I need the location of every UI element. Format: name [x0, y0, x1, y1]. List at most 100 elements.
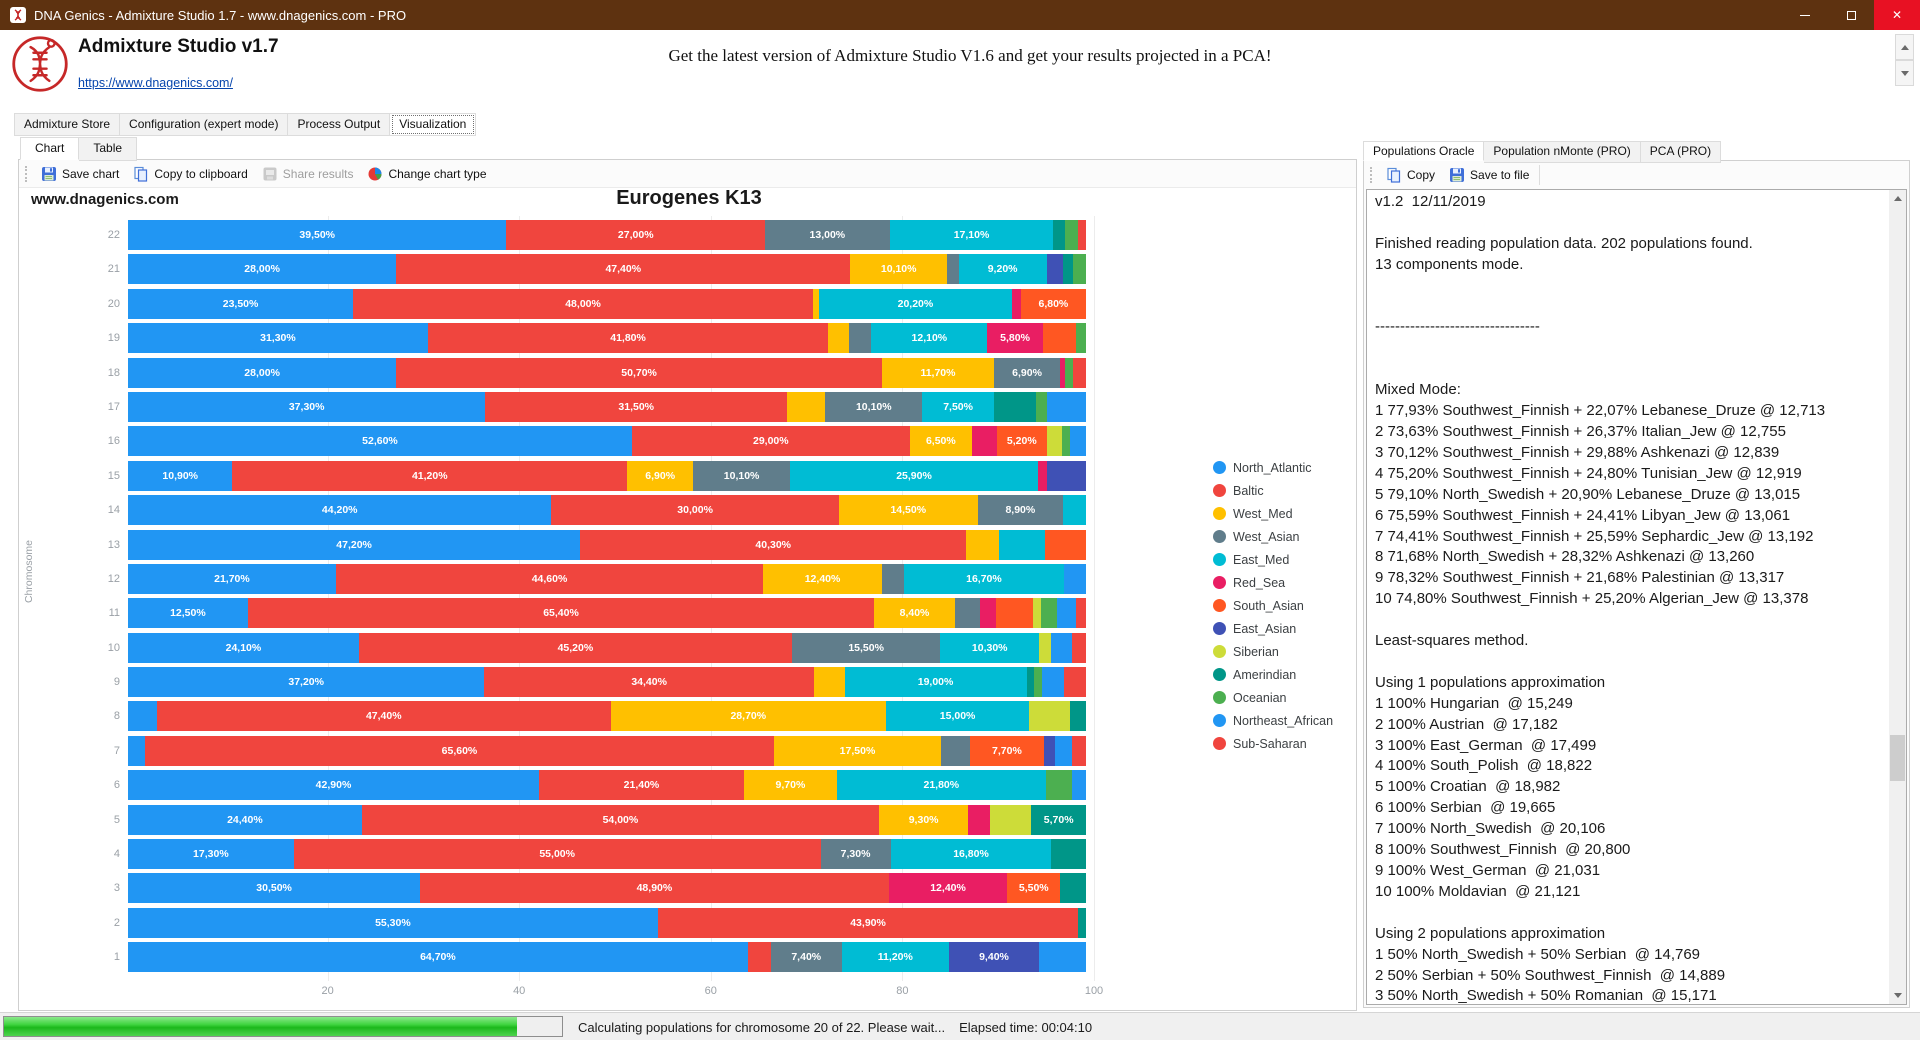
- chart-row-chr21: 2128,00%47,40%10,10%9,20%: [73, 254, 1094, 288]
- bar-segment-label: 65,40%: [543, 607, 579, 619]
- tab-admixture-store[interactable]: Admixture Store: [14, 113, 120, 136]
- bar-segment-label: 20,20%: [898, 298, 934, 310]
- bar-segment-East_Asian: [1047, 461, 1086, 491]
- bar-segment-North_Atlantic: 55,30%: [128, 908, 658, 938]
- chromosome-label: 13: [73, 530, 128, 560]
- tab-configuration[interactable]: Configuration (expert mode): [120, 113, 288, 136]
- bar-segment-label: 39,50%: [299, 229, 335, 241]
- tab-visualization[interactable]: Visualization: [390, 113, 476, 136]
- bar-segment-Baltic: 48,90%: [420, 873, 888, 903]
- minimize-button[interactable]: [1782, 0, 1828, 30]
- bar-segment-West_Med: 6,90%: [627, 461, 693, 491]
- bar-segment-Sub-Saharan: [1072, 633, 1086, 663]
- legend-item-East_Asian: East_Asian: [1213, 617, 1333, 640]
- bar-segment-Amerindian: 5,70%: [1031, 805, 1086, 835]
- bar-segment-East_Med: 7,50%: [922, 392, 994, 422]
- bar-segment-East_Med: [1063, 495, 1086, 525]
- bar-segment-label: 7,30%: [841, 848, 871, 860]
- bar-segment-label: 43,90%: [850, 917, 886, 929]
- oracle-panel: Copy Save to file v1.2 12/11/2019 Finish…: [1363, 160, 1910, 1008]
- legend-item-Baltic: Baltic: [1213, 479, 1333, 502]
- bar-segment-Baltic: 30,00%: [551, 495, 838, 525]
- copy-icon: [133, 166, 149, 182]
- legend-item-Northeast_African: Northeast_African: [1213, 709, 1333, 732]
- scroll-down-icon[interactable]: [1889, 987, 1906, 1004]
- scroll-up-icon[interactable]: [1895, 34, 1914, 60]
- site-link[interactable]: https://www.dnagenics.com/: [78, 76, 233, 90]
- bar-segment-label: 9,40%: [979, 951, 1009, 963]
- copy-to-clipboard-button[interactable]: Copy to clipboard: [126, 163, 254, 185]
- chromosome-label: 6: [73, 770, 128, 800]
- save-icon: [1449, 167, 1465, 183]
- stacked-bar: 42,90%21,40%9,70%21,80%: [128, 770, 1086, 800]
- legend-item-West_Asian: West_Asian: [1213, 525, 1333, 548]
- bar-segment-West_Asian: 15,50%: [792, 633, 940, 663]
- close-button[interactable]: ✕: [1874, 0, 1920, 30]
- header-scrollbar: [1895, 34, 1914, 86]
- toolbar-grip: [1370, 167, 1373, 183]
- change-chart-type-button[interactable]: Change chart type: [360, 163, 493, 185]
- bar-segment-label: 40,30%: [755, 539, 791, 551]
- bar-segment-Baltic: 41,20%: [232, 461, 627, 491]
- tab-process-output[interactable]: Process Output: [288, 113, 390, 136]
- chromosome-label: 1: [73, 942, 128, 972]
- app-window: DNA Genics - Admixture Studio 1.7 - www.…: [0, 0, 1920, 1040]
- tab-chart[interactable]: Chart: [20, 137, 79, 160]
- tab-table[interactable]: Table: [79, 137, 137, 161]
- chromosome-label: 22: [73, 220, 128, 250]
- x-tick-label-80: 80: [896, 985, 908, 997]
- bar-segment-label: 12,40%: [930, 882, 966, 894]
- copy-to-clipboard-label: Copy to clipboard: [154, 167, 247, 181]
- bar-segment-label: 17,30%: [193, 848, 229, 860]
- save-chart-button[interactable]: Save chart: [34, 163, 126, 185]
- bar-segment-Baltic: 47,40%: [157, 701, 611, 731]
- scrollbar-thumb[interactable]: [1890, 735, 1905, 781]
- bar-segment-label: 6,90%: [645, 470, 675, 482]
- bar-segment-West_Asian: [882, 564, 904, 594]
- bar-segment-label: 8,90%: [1005, 504, 1035, 516]
- bar-segment-South_Asian: 6,80%: [1021, 289, 1086, 319]
- legend-dot: [1213, 737, 1226, 750]
- dna-icon: [12, 9, 24, 21]
- scroll-up-icon[interactable]: [1889, 190, 1906, 207]
- bar-segment-North_Atlantic: 10,90%: [128, 461, 232, 491]
- maximize-button[interactable]: [1828, 0, 1874, 30]
- tab-pca[interactable]: PCA (PRO): [1641, 141, 1721, 163]
- oracle-scrollbar[interactable]: [1889, 190, 1906, 1004]
- stacked-bar: 28,00%50,70%11,70%6,90%: [128, 358, 1086, 388]
- bar-segment-East_Asian: 9,40%: [949, 942, 1039, 972]
- chart-row-chr6: 642,90%21,40%9,70%21,80%: [73, 770, 1094, 804]
- legend-label: Northeast_African: [1233, 714, 1333, 728]
- bar-segment-Baltic: [748, 942, 771, 972]
- bar-segment-label: 5,70%: [1044, 814, 1074, 826]
- bar-segment-label: 13,00%: [810, 229, 846, 241]
- tab-population-nmonte[interactable]: Population nMonte (PRO): [1484, 141, 1640, 163]
- scroll-down-icon[interactable]: [1895, 60, 1914, 86]
- bar-segment-label: 48,90%: [637, 882, 673, 894]
- bar-segment-Red_Sea: 12,40%: [889, 873, 1008, 903]
- bar-segment-West_Asian: [955, 598, 980, 628]
- oracle-save-button[interactable]: Save to file: [1442, 164, 1536, 186]
- stacked-bar: 30,50%48,90%12,40%5,50%: [128, 873, 1086, 903]
- bar-segment-West_Med: [966, 530, 999, 560]
- x-tick-label-20: 20: [321, 985, 333, 997]
- legend-item-North_Atlantic: North_Atlantic: [1213, 456, 1333, 479]
- oracle-copy-button[interactable]: Copy: [1379, 164, 1442, 186]
- stacked-bar: 65,60%17,50%7,70%: [128, 736, 1086, 766]
- bar-segment-label: 12,40%: [805, 573, 841, 585]
- bar-segment-label: 19,00%: [918, 676, 954, 688]
- oracle-output[interactable]: v1.2 12/11/2019 Finished reading populat…: [1366, 189, 1907, 1005]
- chart-row-chr3: 330,50%48,90%12,40%5,50%: [73, 873, 1094, 907]
- bar-segment-label: 21,70%: [214, 573, 250, 585]
- chart-row-chr14: 1444,20%30,00%14,50%8,90%: [73, 495, 1094, 529]
- bar-segment-West_Med: 6,50%: [910, 426, 972, 456]
- status-message: Calculating populations for chromosome 2…: [578, 1020, 945, 1035]
- bar-segment-label: 37,20%: [288, 676, 324, 688]
- chromosome-label: 19: [73, 323, 128, 353]
- tab-populations-oracle[interactable]: Populations Oracle: [1363, 141, 1484, 161]
- share-results-button[interactable]: Share results: [255, 163, 361, 185]
- bar-segment-label: 50,70%: [621, 367, 657, 379]
- stacked-bar: 44,20%30,00%14,50%8,90%: [128, 495, 1086, 525]
- bar-segment-West_Med: 14,50%: [839, 495, 978, 525]
- y-axis-label: Chromosome: [23, 540, 35, 603]
